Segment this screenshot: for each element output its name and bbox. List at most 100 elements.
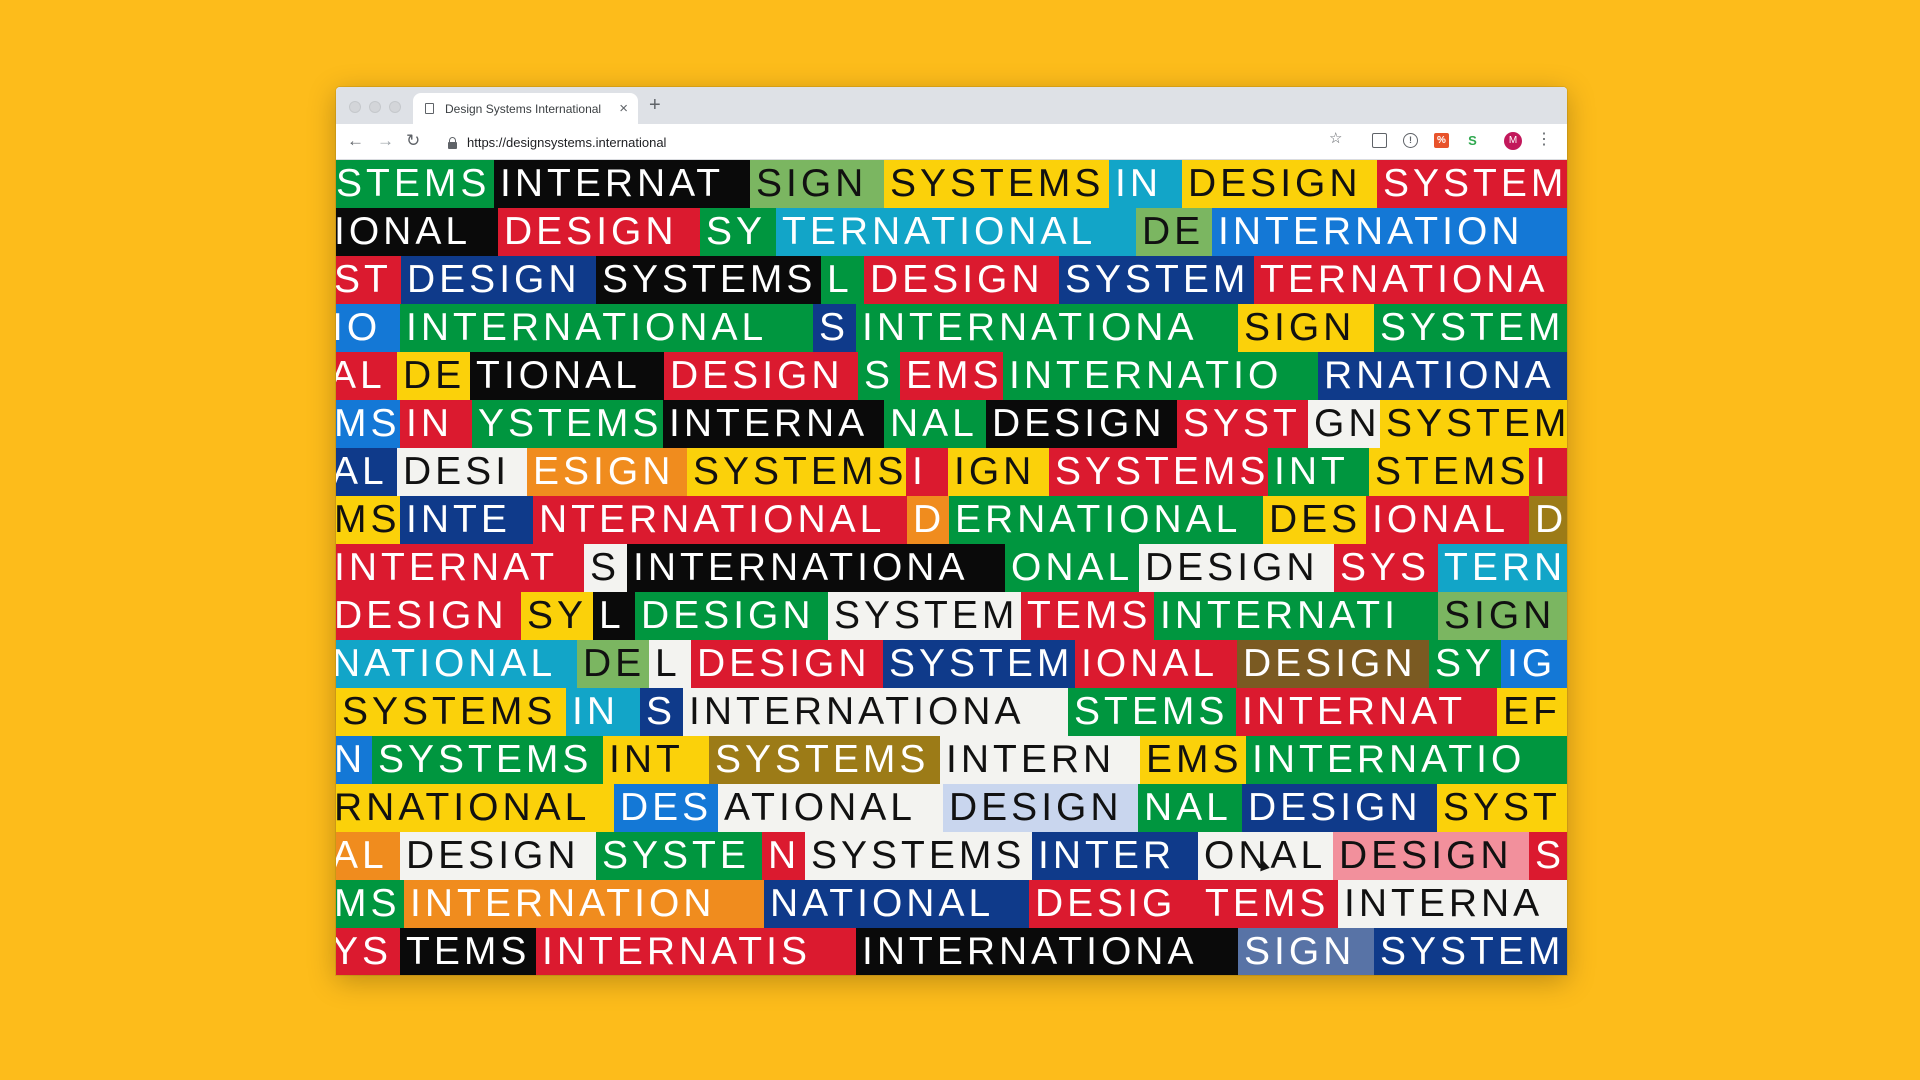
- mail-extension-icon[interactable]: [1372, 133, 1387, 148]
- word-block: INTERNAT: [336, 544, 584, 592]
- word-block: L: [593, 592, 635, 640]
- url-text[interactable]: https://designsystems.international: [467, 135, 666, 150]
- text-row: MS INTERNATION NATIONAL DESIG TEMS INTERNA: [336, 880, 1567, 928]
- text-row: MS IN YSTEMS INTERNA NAL DESIGN SYST GN SYSTEM: [336, 400, 1567, 448]
- word-block: DESIGN: [498, 208, 700, 256]
- word-block: N: [762, 832, 805, 880]
- word-block: ST: [336, 256, 401, 304]
- lock-icon[interactable]: [448, 136, 457, 149]
- word-block: MS: [336, 496, 400, 544]
- percent-extension-icon[interactable]: %: [1434, 133, 1449, 148]
- text-row: RNATIONAL DES ATIONAL DESIGN NAL DESIGN SYST: [336, 784, 1567, 832]
- word-block: EMS: [900, 352, 1003, 400]
- close-window-button[interactable]: [349, 101, 361, 113]
- text-row: IONAL DESIGN SY TERNATIONAL DE INTERNATION: [336, 208, 1567, 256]
- word-block: L: [649, 640, 691, 688]
- word-block: DESIGN: [1139, 544, 1334, 592]
- word-block: SYSTEMS: [372, 736, 603, 784]
- text-row: IO INTERNATIONAL S INTERNATIONA SIGN SYSTEM: [336, 304, 1567, 352]
- word-block: SYSTEM: [1377, 160, 1567, 208]
- word-block: S: [858, 352, 900, 400]
- word-block: INTERNA: [1338, 880, 1567, 928]
- word-block: DESIGN: [943, 784, 1138, 832]
- word-block: IN: [1109, 160, 1182, 208]
- word-block: IN: [400, 400, 472, 448]
- plus-icon[interactable]: +: [649, 95, 661, 115]
- word-block: SYSTEM: [1374, 304, 1567, 352]
- word-block: NAL: [884, 400, 986, 448]
- word-block: AL: [336, 352, 397, 400]
- word-block: INTERN: [940, 736, 1140, 784]
- word-block: GN: [1308, 400, 1380, 448]
- word-block: NATIONAL: [764, 880, 1029, 928]
- word-block: SYSTEMS: [596, 256, 821, 304]
- word-block: SYSTEM: [1374, 928, 1567, 975]
- text-row: YS TEMS INTERNATIS INTERNATIONA SIGN SYSTEM: [336, 928, 1567, 975]
- word-block: IG: [1501, 640, 1567, 688]
- word-block: INTER: [1032, 832, 1198, 880]
- minimize-window-button[interactable]: [369, 101, 381, 113]
- word-block: INTERNATIONA: [627, 544, 1005, 592]
- word-block: SY: [1429, 640, 1501, 688]
- s-extension-icon[interactable]: S: [1465, 133, 1480, 148]
- word-block: I: [1529, 448, 1567, 496]
- word-block: D: [907, 496, 949, 544]
- word-block: INTERNATION: [1212, 208, 1567, 256]
- word-block: INT: [1268, 448, 1369, 496]
- word-block: S: [584, 544, 627, 592]
- word-block: DESIGN: [401, 256, 596, 304]
- browser-window: Design Systems International × + ← → ↻ h…: [336, 87, 1567, 975]
- word-block: TERN: [1438, 544, 1567, 592]
- word-block: IONAL: [1075, 640, 1237, 688]
- word-block: ESIGN: [527, 448, 687, 496]
- word-block: INTERNA: [663, 400, 884, 448]
- word-block: DE: [1136, 208, 1212, 256]
- word-block: STEMS: [1369, 448, 1529, 496]
- word-block: STEMS: [1068, 688, 1236, 736]
- back-arrow-icon[interactable]: ←: [347, 132, 364, 149]
- word-block: DESIGN: [986, 400, 1177, 448]
- word-block: IO: [336, 304, 400, 352]
- word-block: NAL: [1138, 784, 1242, 832]
- word-block: INTERNATI: [1154, 592, 1438, 640]
- shield-extension-icon[interactable]: !: [1403, 133, 1418, 148]
- word-block: INTERNATIONA: [856, 928, 1238, 975]
- word-block: SY: [700, 208, 776, 256]
- text-row: DESIGN SY L DESIGN SYSTEM TEMS INTERNATI SIGN: [336, 592, 1567, 640]
- word-block: SYSTEMS: [687, 448, 906, 496]
- word-block: TERNATIONA: [1254, 256, 1567, 304]
- word-block: DESIGN: [1182, 160, 1377, 208]
- word-block: IONAL: [1366, 496, 1529, 544]
- word-block: INTERNATIONA: [856, 304, 1238, 352]
- word-block: DESIGN: [635, 592, 828, 640]
- word-block: RNATIONAL: [336, 784, 614, 832]
- kebab-menu-icon[interactable]: ⋮: [1536, 132, 1552, 148]
- word-block: INTERNATIO: [1246, 736, 1567, 784]
- word-block: DE: [577, 640, 649, 688]
- text-row: NATIONAL DE L DESIGN SYSTEM IONAL DESIGN SY IG: [336, 640, 1567, 688]
- text-row: AL DE TIONAL DESIGN S EMS INTERNATIO RNATIONA: [336, 352, 1567, 400]
- avatar[interactable]: M: [1504, 132, 1522, 150]
- word-block: DESIGN: [664, 352, 858, 400]
- browser-tab[interactable]: Design Systems International ×: [413, 93, 638, 124]
- forward-arrow-icon[interactable]: →: [377, 132, 394, 149]
- star-icon[interactable]: ☆: [1329, 131, 1342, 146]
- word-block: SIGN: [1238, 928, 1374, 975]
- word-block: TEMS: [1021, 592, 1154, 640]
- maximize-window-button[interactable]: [389, 101, 401, 113]
- word-block: MS: [336, 880, 404, 928]
- word-block: YSTEMS: [472, 400, 663, 448]
- word-block: TEMS: [400, 928, 536, 975]
- word-block: ERNATIONAL: [949, 496, 1263, 544]
- text-row: AL DESI ESIGN SYSTEMS I IGN SYSTEMS INT STEMS I: [336, 448, 1567, 496]
- close-icon[interactable]: ×: [619, 101, 628, 116]
- word-block: I: [906, 448, 948, 496]
- word-block: SY: [521, 592, 593, 640]
- reload-icon[interactable]: ↻: [406, 132, 420, 149]
- text-row: ST DESIGN SYSTEMS L DESIGN SYSTEM TERNATIONA: [336, 256, 1567, 304]
- address-bar[interactable]: https://designsystems.international: [440, 129, 1352, 156]
- word-block: MS: [336, 400, 400, 448]
- word-block: SYSTEMS: [884, 160, 1109, 208]
- tab-title: Design Systems International: [445, 101, 602, 116]
- page-icon: [425, 103, 434, 114]
